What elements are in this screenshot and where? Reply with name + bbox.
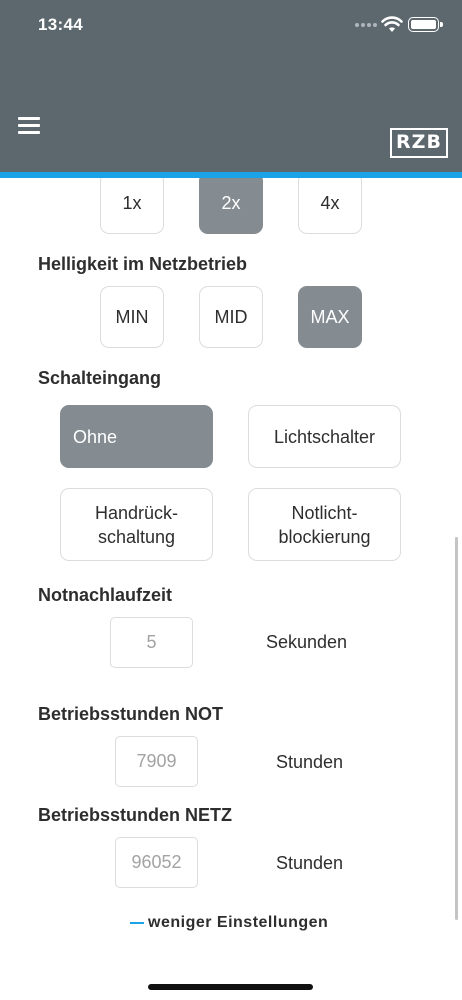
minus-icon bbox=[130, 922, 144, 924]
rzb-logo: RZB bbox=[390, 128, 448, 158]
hours-not-input[interactable]: 7909 bbox=[115, 736, 198, 787]
cellular-signal-icon bbox=[355, 23, 377, 29]
run-on-time-title: Notnachlaufzeit bbox=[38, 585, 173, 605]
battery-icon bbox=[408, 17, 443, 32]
blink-option-2x[interactable]: 2x bbox=[199, 178, 263, 234]
switch-input-emergency-block-button[interactable]: Notlicht- blockierung bbox=[248, 488, 401, 561]
manual-reset-label-line1: Handrück- bbox=[94, 502, 179, 523]
hours-not-title: Betriebsstunden NOT bbox=[38, 704, 224, 724]
hours-netz-title: Betriebsstunden NETZ bbox=[38, 805, 233, 825]
switch-input-light-switch-button[interactable]: Lichtschalter bbox=[248, 405, 401, 468]
switch-input-manual-reset-button[interactable]: Handrück- schaltung bbox=[60, 488, 213, 561]
app-header: 13:44 RZB bbox=[0, 0, 462, 172]
less-settings-label: weniger Einstellungen bbox=[148, 914, 329, 931]
blink-option-4x[interactable]: 4x bbox=[298, 178, 362, 234]
status-time: 13:44 bbox=[38, 15, 83, 34]
wifi-icon bbox=[381, 16, 403, 32]
settings-content[interactable]: 1x 2x 4x Helligkeit im Netzbetrieb MIN M… bbox=[0, 178, 462, 1000]
switch-input-light-switch-label: Lichtschalter bbox=[273, 426, 376, 447]
brightness-max-button[interactable]: MAX bbox=[298, 286, 362, 348]
hours-netz-input[interactable]: 96052 bbox=[115, 837, 198, 888]
run-on-time-unit: Sekunden bbox=[266, 632, 348, 652]
emergency-block-label-line1: Notlicht- bbox=[291, 502, 358, 523]
switch-input-none-button[interactable]: Ohne bbox=[60, 405, 213, 468]
scrollbar[interactable] bbox=[455, 537, 458, 920]
switch-input-title: Schalteingang bbox=[38, 368, 162, 388]
home-indicator[interactable] bbox=[148, 984, 313, 990]
hours-netz-unit: Stunden bbox=[276, 853, 344, 873]
manual-reset-label-line2: schaltung bbox=[97, 526, 176, 547]
less-settings-link[interactable]: weniger Einstellungen bbox=[130, 913, 328, 933]
brightness-mid-button[interactable]: MID bbox=[199, 286, 263, 348]
brightness-min-button[interactable]: MIN bbox=[100, 286, 164, 348]
blink-option-1x[interactable]: 1x bbox=[100, 178, 164, 234]
hours-not-unit: Stunden bbox=[276, 752, 344, 772]
brightness-title: Helligkeit im Netzbetrieb bbox=[38, 254, 248, 274]
hamburger-menu-icon[interactable] bbox=[16, 113, 42, 137]
emergency-block-label-line2: blockierung bbox=[278, 526, 371, 547]
run-on-time-input[interactable]: 5 bbox=[110, 617, 193, 668]
switch-input-none-label: Ohne bbox=[73, 426, 118, 447]
